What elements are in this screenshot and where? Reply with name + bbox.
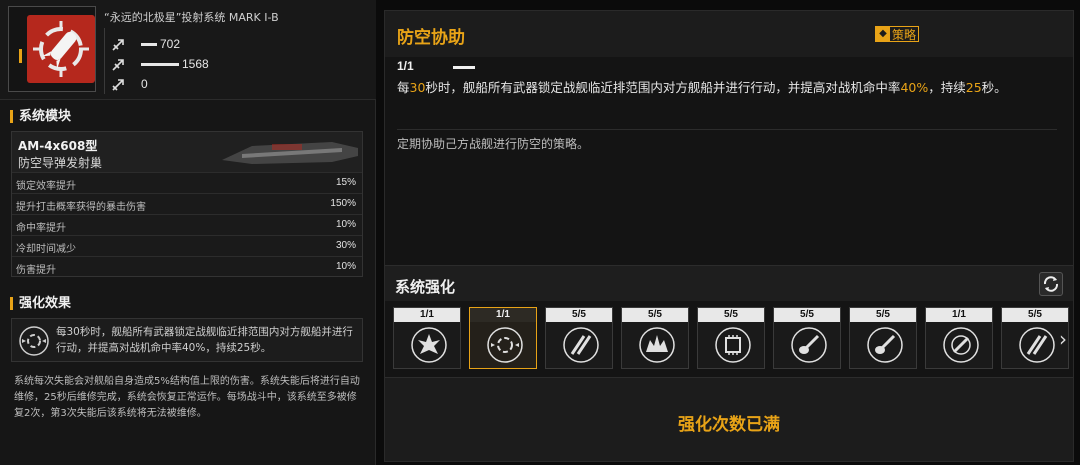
stat-row-damage: 702	[111, 36, 180, 52]
guitar-missile-icon	[790, 326, 828, 364]
module-row: 提升打击概率获得的暴击伤害 150%	[12, 193, 362, 213]
range-stat-icon	[111, 57, 125, 71]
enhance-slot-list: 1/1 1/1 5/5 5/5 5/5 5/5 5/5 1/1 5/5	[393, 307, 1073, 369]
effect-section-title: 强化效果	[10, 297, 71, 310]
effect-text: 每30秒时，舰船所有武器锁定战舰临近排范围内对方舰船并进行行动，并提高对战机命中…	[56, 326, 353, 354]
module-row-label: 锁定效率提升	[16, 181, 76, 192]
desc-text: 秒时，舰船所有武器锁定战舰临近排范围内对方舰船并进行行动，并提高对战机命中率	[425, 80, 901, 95]
slot-count: 1/1	[470, 308, 536, 322]
module-name: AM-4x608型	[18, 139, 98, 153]
enhance-slot-selected[interactable]: 1/1	[469, 307, 537, 369]
slot-count: 1/1	[394, 308, 460, 322]
skill-level: 1/1	[397, 59, 414, 73]
slot-count: 5/5	[850, 308, 916, 322]
slot-count: 5/5	[546, 308, 612, 322]
launcher-image	[222, 142, 358, 164]
module-row-value: 30%	[335, 240, 356, 251]
stat-row-range: 1568	[111, 56, 209, 72]
target-assist-icon	[486, 326, 524, 364]
module-card: AM-4x608型 防空导弹发射巢 锁定效率提升 15% 提升打击概率获得的暴击…	[11, 131, 363, 277]
speed-stat-icon	[111, 77, 125, 91]
slot-count: 5/5	[698, 308, 764, 322]
skill-description: 每30秒时，舰船所有武器锁定战舰临近排范围内对方舰船并进行行动，并提高对战机命中…	[397, 79, 1057, 96]
desc-highlight: 25	[965, 80, 982, 95]
enhance-maxed-text: 强化次数已满	[678, 415, 780, 435]
skill-panel: 防空协助 ◆ 策略 1/1 每30秒时，舰船所有武器锁定战舰临近排范围内对方舰船…	[384, 10, 1074, 462]
module-subtitle: 防空导弹发射巢	[18, 156, 103, 170]
enhance-header: 系统强化	[385, 265, 1073, 301]
missile-pair-icon	[1018, 326, 1056, 364]
damage-stat-value: 702	[160, 37, 181, 51]
effect-card: 每30秒时，舰船所有武器锁定战舰临近排范围内对方舰船并进行行动，并提高对战机命中…	[11, 318, 363, 362]
module-row-value: 10%	[335, 219, 356, 230]
desc-text: 每	[397, 80, 410, 95]
enhance-status: 强化次数已满	[385, 377, 1073, 461]
desc-highlight: 40%	[900, 80, 929, 95]
weapon-detail-panel: “永远的北极星”投射系统 MARK I-B 702 1568 0 系统模块 AM…	[0, 0, 376, 465]
enhance-slot[interactable]: 5/5	[697, 307, 765, 369]
burst-icon	[410, 326, 448, 364]
strategy-label: 策略	[892, 27, 917, 42]
desc-text: ，持续	[928, 80, 966, 95]
speed-stat-value: 0	[141, 77, 148, 91]
enhance-slot[interactable]: 5/5	[545, 307, 613, 369]
slot-count: 1/1	[926, 308, 992, 322]
module-row-value: 10%	[335, 261, 356, 272]
skill-note: 定期协助己方战舰进行防空的策略。	[397, 137, 590, 151]
weapon-stats: 702 1568 0	[104, 28, 364, 94]
refresh-icon	[1043, 276, 1059, 292]
module-section-title: 系统模块	[10, 110, 71, 123]
damage-stat-icon	[111, 37, 125, 51]
missile-target-icon	[27, 15, 95, 83]
module-row: 冷却时间减少 30%	[12, 235, 362, 255]
module-row-label: 命中率提升	[16, 223, 66, 234]
skill-header: 防空协助 ◆ 策略	[385, 11, 1073, 57]
module-row-value: 15%	[335, 177, 356, 188]
module-row: 伤害提升 10%	[12, 256, 362, 276]
range-stat-value: 1568	[182, 57, 209, 71]
enhance-slot[interactable]: 5/5	[621, 307, 689, 369]
strategy-button[interactable]: ◆ 策略	[875, 26, 920, 42]
enhance-slot[interactable]: 5/5	[773, 307, 841, 369]
chevron-right-icon[interactable]: ›	[1059, 327, 1067, 351]
enhance-title: 系统强化	[395, 278, 456, 296]
module-row-label: 伤害提升	[16, 265, 56, 276]
module-header: AM-4x608型 防空导弹发射巢	[12, 132, 362, 172]
missile-pair-icon	[562, 326, 600, 364]
weapon-header: “永远的北极星”投射系统 MARK I-B 702 1568 0	[0, 0, 376, 100]
strategy-icon: ◆	[876, 27, 890, 41]
slot-count: 5/5	[774, 308, 840, 322]
damage-stat-bar	[141, 42, 157, 46]
module-row: 锁定效率提升 15%	[12, 172, 362, 192]
module-row-label: 冷却时间减少	[16, 244, 76, 255]
enhance-slot[interactable]: 1/1	[393, 307, 461, 369]
selected-indicator	[19, 49, 22, 63]
module-row-value: 150%	[330, 198, 356, 209]
slot-count: 5/5	[1002, 308, 1068, 322]
weapon-icon-frame[interactable]	[8, 6, 96, 92]
module-row: 命中率提升 10%	[12, 214, 362, 234]
divider	[397, 129, 1057, 130]
explosion-icon	[638, 326, 676, 364]
crosshair-rocket-icon	[942, 326, 980, 364]
desc-highlight: 30	[409, 80, 426, 95]
system-failure-note: 系统每次失能会对舰船自身造成5%结构值上限的伤害。系统失能后将进行自动维修，25…	[14, 376, 360, 419]
enhance-slot[interactable]: 1/1	[925, 307, 993, 369]
skill-level-bar	[453, 66, 475, 69]
stat-row-speed: 0	[111, 76, 148, 92]
skill-title: 防空协助	[397, 28, 465, 48]
guitar-missile-icon	[866, 326, 904, 364]
range-stat-bar	[141, 62, 179, 66]
slot-count: 5/5	[622, 308, 688, 322]
system-name: “永远的北极星”投射系统 MARK I-B	[104, 11, 279, 24]
chip-icon	[714, 326, 752, 364]
enhance-slot[interactable]: 5/5	[849, 307, 917, 369]
target-assist-icon	[19, 326, 49, 356]
refresh-button[interactable]	[1039, 272, 1063, 296]
module-row-label: 提升打击概率获得的暴击伤害	[16, 202, 146, 213]
desc-text: 秒。	[981, 80, 1007, 95]
